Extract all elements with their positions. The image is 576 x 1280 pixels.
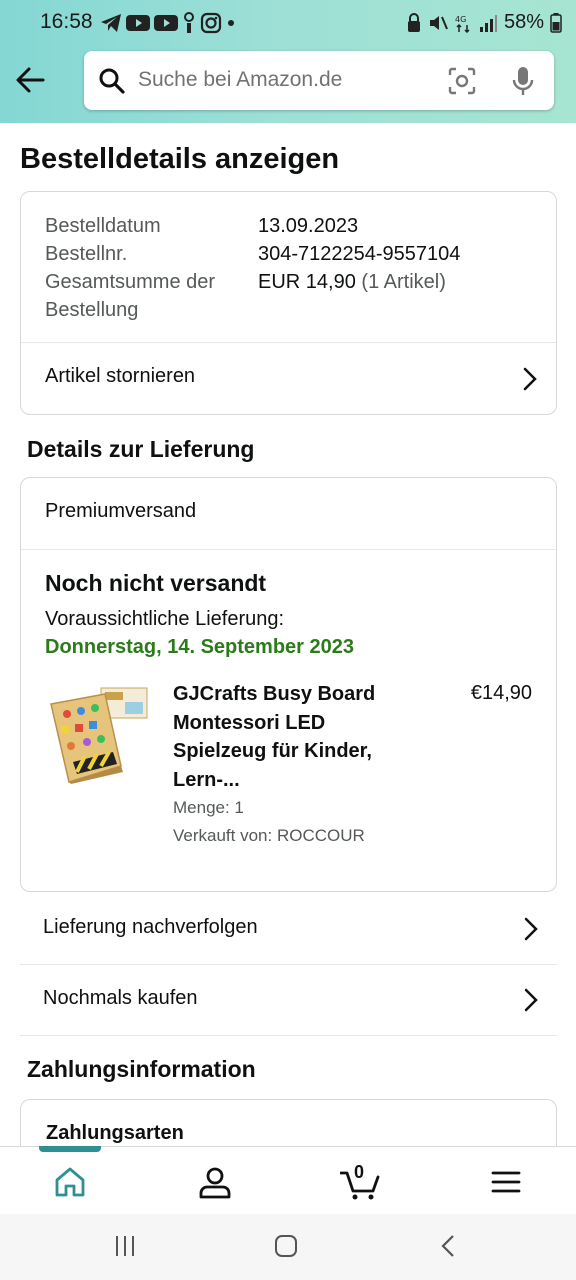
youtube-icon (154, 14, 178, 32)
chevron-right-icon (523, 917, 539, 941)
search-bar[interactable]: Suche bei Amazon.de (84, 51, 554, 110)
status-time: 16:58 (40, 10, 93, 33)
shipping-type: Premiumversand (45, 500, 197, 522)
system-status-icons: 4G 58% (406, 11, 562, 34)
info-person-icon (182, 12, 196, 34)
shipment-status: Noch nicht versandt (45, 570, 267, 596)
back-arrow-icon[interactable] (14, 62, 50, 98)
network-4g-icon: 4G (454, 13, 472, 33)
cancel-items-label: Artikel stornieren (45, 365, 196, 387)
bottom-nav: 0 (0, 1146, 576, 1214)
account-icon[interactable] (197, 1165, 233, 1199)
track-delivery-label: Lieferung nachverfolgen (43, 916, 258, 938)
home-icon[interactable] (52, 1165, 88, 1199)
product-image[interactable] (47, 684, 149, 784)
order-total-label: Gesamtsumme der (45, 271, 216, 293)
product-title-link[interactable]: GJCrafts Busy Board Montessori LED Spiel… (173, 680, 403, 794)
product-quantity: Menge: 1 (173, 798, 244, 817)
active-tab-indicator (39, 1146, 101, 1152)
cancel-items-row[interactable]: Artikel stornieren (21, 343, 556, 415)
microphone-icon[interactable] (512, 66, 534, 101)
battery-icon (550, 12, 562, 33)
product-price: €14,90 (470, 682, 532, 704)
order-item-count: (1 Artikel) (361, 271, 446, 293)
instagram-icon (200, 12, 222, 34)
order-total-value: EUR 14,90 (1 Artikel) (258, 268, 446, 296)
order-total-label-cont: Bestellung (45, 299, 139, 321)
mute-icon (428, 13, 448, 33)
eta-label: Voraussichtliche Lieferung: (45, 608, 285, 630)
notification-icons (100, 12, 236, 34)
buy-again-label: Nochmals kaufen (43, 987, 198, 1009)
cart-icon[interactable]: 0 (339, 1162, 380, 1200)
signal-icon (478, 13, 498, 33)
system-nav-bar (0, 1214, 576, 1280)
page-title: Bestelldetails anzeigen (20, 143, 340, 175)
delivery-section-title: Details zur Lieferung (27, 436, 255, 462)
order-total-amount: EUR 14,90 (258, 271, 356, 293)
order-date-label: Bestelldatum (45, 215, 161, 237)
payment-methods-label: Zahlungsarten (46, 1122, 184, 1144)
product-seller: Verkauft von: ROCCOUR (173, 826, 365, 845)
back-button-icon[interactable] (438, 1234, 458, 1263)
svg-text:4G: 4G (455, 15, 466, 24)
search-input[interactable]: Suche bei Amazon.de (138, 68, 342, 92)
track-delivery-row[interactable]: Lieferung nachverfolgen (20, 894, 557, 965)
home-button-icon[interactable] (274, 1234, 298, 1263)
order-number-label: Bestellnr. (45, 243, 128, 265)
camera-scan-icon[interactable] (448, 67, 476, 100)
divider (21, 549, 556, 550)
menu-icon[interactable] (490, 1165, 526, 1199)
payment-section-title: Zahlungsinformation (27, 1056, 256, 1082)
order-number-value: 304-7122254-9557104 (258, 243, 461, 265)
order-date-value: 13.09.2023 (258, 215, 359, 237)
lock-icon (406, 12, 422, 33)
more-notifications-dot-icon (226, 18, 236, 28)
recent-apps-icon[interactable] (113, 1234, 137, 1263)
battery-percent: 58% (503, 11, 544, 33)
youtube-icon (126, 14, 150, 32)
cart-count-badge: 0 (354, 1162, 365, 1182)
app-header: 16:58 4G 58% Suche bei Amazon.de (0, 0, 576, 123)
chevron-right-icon (523, 988, 539, 1012)
chevron-right-icon (522, 367, 538, 391)
status-bar: 16:58 4G 58% (0, 0, 576, 46)
telegram-icon (100, 13, 122, 33)
search-icon (98, 67, 126, 100)
delivery-card: Premiumversand Noch nicht versandt Vorau… (20, 477, 557, 892)
buy-again-row[interactable]: Nochmals kaufen (20, 965, 557, 1036)
eta-date: Donnerstag, 14. September 2023 (45, 636, 355, 658)
order-summary-card: Bestelldatum 13.09.2023 Bestellnr. 304-7… (20, 191, 557, 415)
